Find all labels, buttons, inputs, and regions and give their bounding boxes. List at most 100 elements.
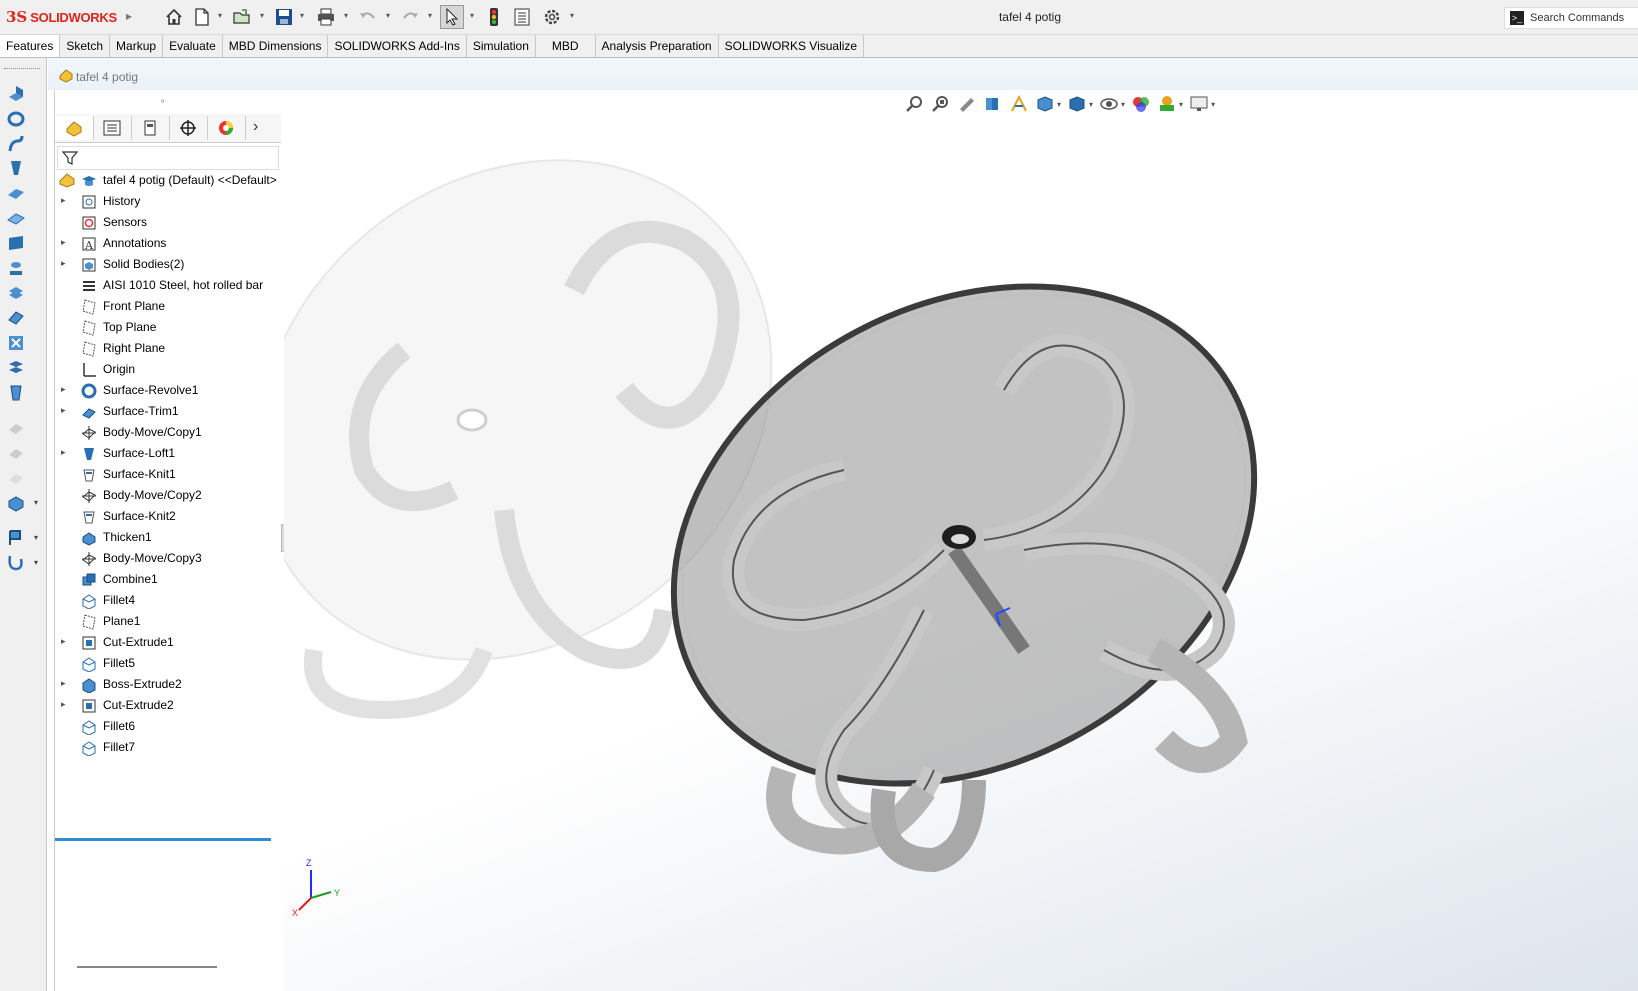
expand-arrow-icon[interactable]: ▸ bbox=[61, 237, 66, 248]
tree-item-fillet7[interactable]: Fillet7 bbox=[55, 737, 281, 758]
replace-face-icon[interactable] bbox=[6, 358, 26, 378]
tree-item-plane1[interactable]: Plane1 bbox=[55, 611, 281, 632]
expand-arrow-icon[interactable]: ▸ bbox=[61, 195, 66, 206]
tab-mbd[interactable]: MBD bbox=[536, 35, 596, 57]
options-gear-icon[interactable] bbox=[540, 5, 564, 29]
display-style-icon[interactable] bbox=[1067, 94, 1087, 114]
delete-hole-icon[interactable] bbox=[6, 383, 26, 403]
chevron-down-icon[interactable]: ▾ bbox=[34, 533, 38, 542]
tree-item-boss-extrude2[interactable]: ▸ Boss-Extrude2 bbox=[55, 674, 281, 695]
tab-evaluate[interactable]: Evaluate bbox=[163, 35, 223, 57]
chevron-down-icon[interactable]: ▾ bbox=[1179, 100, 1183, 109]
chevron-down-icon[interactable]: ▾ bbox=[384, 12, 392, 20]
extend-surface-icon[interactable] bbox=[6, 443, 26, 463]
lofted-surface-icon[interactable] bbox=[6, 158, 26, 178]
zoom-to-fit-icon[interactable] bbox=[905, 94, 925, 114]
hide-show-items-icon[interactable] bbox=[1099, 94, 1119, 114]
tree-item-aisi-1010-steel-hot-rolled-bar[interactable]: AISI 1010 Steel, hot rolled bar bbox=[55, 275, 281, 296]
open-folder-icon[interactable] bbox=[230, 5, 254, 29]
tree-item-origin[interactable]: Origin bbox=[55, 359, 281, 380]
home-icon[interactable] bbox=[162, 5, 186, 29]
search-commands-input[interactable]: >_ Search Commands bbox=[1504, 7, 1638, 29]
view-orientation-icon[interactable] bbox=[1035, 94, 1055, 114]
tab-solidworks-visualize[interactable]: SOLIDWORKS Visualize bbox=[719, 35, 865, 57]
tab-configuration-manager[interactable] bbox=[131, 116, 170, 140]
tree-item-body-move-copy3[interactable]: Body-Move/Copy3 bbox=[55, 548, 281, 569]
tab-features[interactable]: Features bbox=[0, 35, 61, 57]
tree-item-surface-knit1[interactable]: Surface-Knit1 bbox=[55, 464, 281, 485]
tree-item-cut-extrude1[interactable]: ▸ Cut-Extrude1 bbox=[55, 632, 281, 653]
save-icon[interactable] bbox=[272, 5, 296, 29]
chevron-down-icon[interactable]: ▾ bbox=[1089, 100, 1093, 109]
tree-item-thicken1[interactable]: Thicken1 bbox=[55, 527, 281, 548]
reference-geometry-icon[interactable] bbox=[6, 528, 26, 548]
chevron-down-icon[interactable]: ▾ bbox=[34, 498, 38, 507]
ruled-surface-icon[interactable] bbox=[6, 283, 26, 303]
horizontal-scrollbar[interactable] bbox=[77, 966, 217, 968]
tab-feature-manager[interactable] bbox=[55, 116, 94, 140]
chevron-down-icon[interactable]: ▾ bbox=[342, 12, 350, 20]
tree-root[interactable]: tafel 4 potig (Default) <<Default> bbox=[55, 170, 281, 191]
expand-arrow-icon[interactable]: ▸ bbox=[61, 447, 66, 458]
section-view-icon[interactable] bbox=[983, 94, 1003, 114]
chevron-down-icon[interactable]: ▾ bbox=[1057, 100, 1061, 109]
tree-item-solid-bodies-2[interactable]: ▸ Solid Bodies(2) bbox=[55, 254, 281, 275]
dynamic-annotation-icon[interactable] bbox=[1009, 94, 1029, 114]
chevron-down-icon[interactable]: ▾ bbox=[298, 12, 306, 20]
swept-surface-icon[interactable] bbox=[6, 133, 26, 153]
breadcrumb[interactable]: tafel 4 potig bbox=[76, 70, 138, 84]
menu-expand-icon[interactable]: ▸ bbox=[126, 9, 132, 23]
toolbar-grip[interactable] bbox=[4, 68, 40, 71]
boundary-surface-icon[interactable] bbox=[6, 183, 26, 203]
extruded-surface-icon[interactable] bbox=[6, 83, 26, 103]
tree-item-body-move-copy1[interactable]: Body-Move/Copy1 bbox=[55, 422, 281, 443]
graphics-area[interactable]: Z Y X bbox=[284, 90, 1638, 991]
tree-item-surface-knit2[interactable]: Surface-Knit2 bbox=[55, 506, 281, 527]
expand-arrow-icon[interactable]: ▸ bbox=[61, 636, 66, 647]
apply-scene-icon[interactable] bbox=[1157, 94, 1177, 114]
chevron-down-icon[interactable]: ▾ bbox=[34, 558, 38, 567]
tab-solidworks-add-ins[interactable]: SOLIDWORKS Add-Ins bbox=[328, 35, 467, 57]
expand-arrow-icon[interactable]: ▸ bbox=[61, 678, 66, 689]
rollback-bar[interactable] bbox=[55, 838, 271, 841]
print-icon[interactable] bbox=[314, 5, 338, 29]
chevron-down-icon[interactable]: ▾ bbox=[258, 12, 266, 20]
tree-item-right-plane[interactable]: Right Plane bbox=[55, 338, 281, 359]
panel-grip[interactable]: ⚬ bbox=[159, 96, 167, 107]
tab-dimxpert-manager[interactable] bbox=[169, 116, 208, 140]
chevron-down-icon[interactable]: ▾ bbox=[568, 12, 576, 20]
solidworks-logo[interactable]: 3S SOLIDWORKS bbox=[6, 7, 117, 27]
tree-item-annotations[interactable]: ▸ A Annotations bbox=[55, 233, 281, 254]
untrim-surface-icon[interactable] bbox=[6, 418, 26, 438]
tab-property-manager[interactable] bbox=[93, 116, 132, 140]
tree-item-surface-loft1[interactable]: ▸ Surface-Loft1 bbox=[55, 443, 281, 464]
chevron-right-icon[interactable]: › bbox=[253, 118, 258, 136]
tab-simulation[interactable]: Simulation bbox=[467, 35, 536, 57]
chevron-down-icon[interactable]: ▾ bbox=[426, 12, 434, 20]
chevron-down-icon[interactable]: ▾ bbox=[216, 12, 224, 20]
expand-arrow-icon[interactable]: ▸ bbox=[61, 258, 66, 269]
tree-item-surface-trim1[interactable]: ▸ Surface-Trim1 bbox=[55, 401, 281, 422]
surface-flatten-icon[interactable] bbox=[6, 308, 26, 328]
revolved-surface-icon[interactable] bbox=[6, 108, 26, 128]
tree-item-history[interactable]: ▸ History bbox=[55, 191, 281, 212]
delete-face-icon[interactable] bbox=[6, 333, 26, 353]
edit-appearance-icon[interactable] bbox=[1131, 94, 1151, 114]
tree-item-fillet4[interactable]: Fillet4 bbox=[55, 590, 281, 611]
chevron-down-icon[interactable]: ▾ bbox=[1121, 100, 1125, 109]
previous-view-icon[interactable] bbox=[957, 94, 977, 114]
tree-item-front-plane[interactable]: Front Plane bbox=[55, 296, 281, 317]
chevron-down-icon[interactable]: ▾ bbox=[468, 12, 476, 20]
trim-surface-icon[interactable] bbox=[6, 468, 26, 488]
redo-icon[interactable] bbox=[398, 5, 422, 29]
tree-item-fillet6[interactable]: Fillet6 bbox=[55, 716, 281, 737]
tree-item-body-move-copy2[interactable]: Body-Move/Copy2 bbox=[55, 485, 281, 506]
expand-arrow-icon[interactable]: ▸ bbox=[61, 405, 66, 416]
tree-item-fillet5[interactable]: Fillet5 bbox=[55, 653, 281, 674]
view-settings-monitor-icon[interactable] bbox=[1189, 94, 1209, 114]
zoom-to-area-icon[interactable] bbox=[931, 94, 951, 114]
thicken-icon[interactable] bbox=[6, 493, 26, 513]
tab-sketch[interactable]: Sketch bbox=[60, 35, 111, 57]
tree-item-surface-revolve1[interactable]: ▸ Surface-Revolve1 bbox=[55, 380, 281, 401]
rebuild-traffic-light-icon[interactable] bbox=[482, 5, 506, 29]
